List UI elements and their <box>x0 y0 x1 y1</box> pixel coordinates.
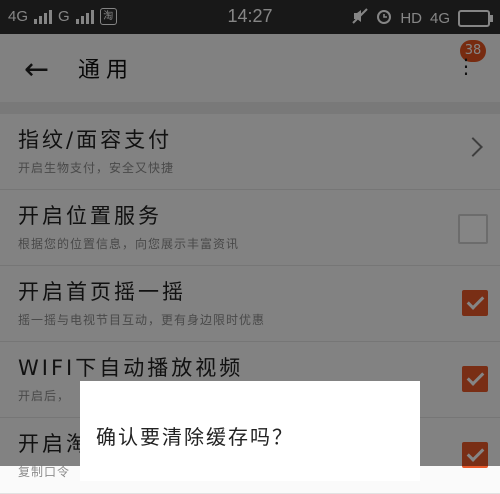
clear-cache-dialog: 确认要清除缓存吗？ <box>80 381 420 481</box>
dialog-message: 确认要清除缓存吗？ <box>96 425 294 449</box>
